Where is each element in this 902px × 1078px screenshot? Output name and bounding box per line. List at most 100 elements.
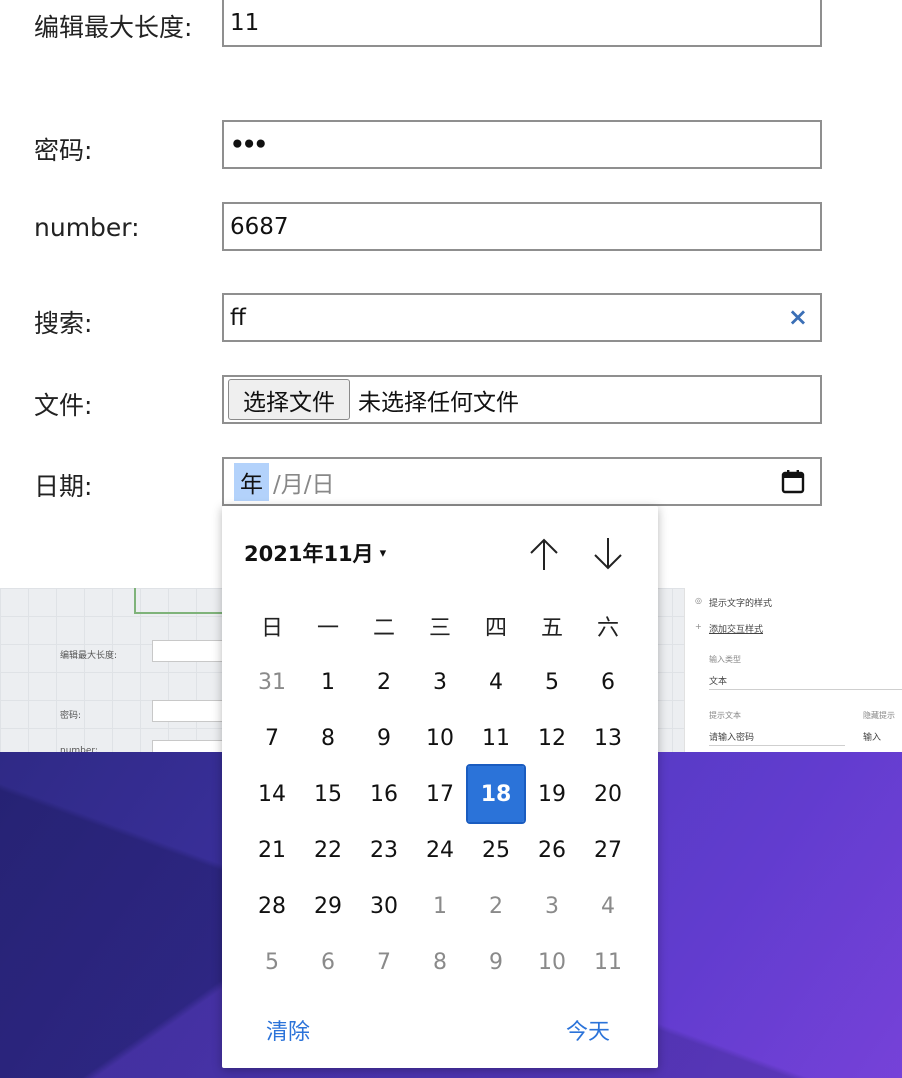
- weekday-header: 日 一 二 三 四 五 六: [244, 598, 636, 654]
- calendar-day[interactable]: 26: [524, 822, 580, 878]
- number-value: 6687: [230, 213, 289, 240]
- previous-month-arrow-up-icon[interactable]: [524, 534, 564, 574]
- choose-file-button[interactable]: 选择文件: [228, 379, 350, 420]
- maxlen-input[interactable]: 11: [222, 0, 822, 47]
- calendar-day[interactable]: 29: [300, 878, 356, 934]
- bg-hint-style: 提示文字的样式: [709, 599, 773, 609]
- calendar-day[interactable]: 1: [412, 878, 468, 934]
- calendar-week-row: 14 15 16 17 18 19 20: [244, 764, 636, 824]
- calendar-day[interactable]: 22: [300, 822, 356, 878]
- today-button[interactable]: 今天: [566, 1014, 610, 1046]
- calendar-day-selected[interactable]: 18: [466, 764, 526, 824]
- calendar-day[interactable]: 11: [580, 934, 636, 990]
- bg-circle-icon: ◎: [695, 596, 702, 605]
- date-year-segment[interactable]: 年: [234, 462, 269, 501]
- calendar-week-row: 28 29 30 1 2 3 4: [244, 878, 636, 934]
- calendar-day[interactable]: 24: [412, 822, 468, 878]
- calendar-day[interactable]: 1: [300, 654, 356, 710]
- weekday-label: 一: [316, 616, 339, 641]
- calendar-day[interactable]: 3: [412, 654, 468, 710]
- calendar-day[interactable]: 13: [580, 710, 636, 766]
- calendar-week-row: 31 1 2 3 4 5 6: [244, 654, 636, 710]
- calendar-day[interactable]: 4: [468, 654, 524, 710]
- date-month-day-segments[interactable]: /月/日: [273, 465, 335, 499]
- calendar-day[interactable]: 19: [524, 766, 580, 822]
- calendar-day[interactable]: 9: [468, 934, 524, 990]
- calendar-day[interactable]: 11: [468, 710, 524, 766]
- calendar-day[interactable]: 3: [524, 878, 580, 934]
- next-month-arrow-down-icon[interactable]: [588, 534, 628, 574]
- search-label: 搜索:: [34, 309, 93, 338]
- number-label: number:: [34, 213, 140, 242]
- maxlen-label: 编辑最大长度:: [34, 13, 193, 42]
- maxlen-value: 11: [230, 9, 260, 36]
- file-label: 文件:: [34, 391, 93, 420]
- file-input[interactable]: 选择文件 未选择任何文件: [222, 375, 822, 424]
- calendar-day[interactable]: 8: [412, 934, 468, 990]
- weekday-label: 日: [260, 616, 283, 641]
- calendar-week-row: 21 22 23 24 25 26 27: [244, 822, 636, 878]
- password-value: •••: [230, 131, 268, 158]
- calendar-day[interactable]: 25: [468, 822, 524, 878]
- calendar-day[interactable]: 10: [412, 710, 468, 766]
- calendar-day[interactable]: 21: [244, 822, 300, 878]
- calendar-week-row: 5 6 7 8 9 10 11: [244, 934, 636, 990]
- bg-divider: [709, 745, 845, 746]
- calendar-day[interactable]: 28: [244, 878, 300, 934]
- date-input[interactable]: 年 /月/日: [222, 457, 822, 506]
- calendar-day[interactable]: 20: [580, 766, 636, 822]
- calendar-day[interactable]: 17: [412, 766, 468, 822]
- bg-label-maxlen: 编辑最大长度:: [60, 651, 118, 661]
- calendar-day[interactable]: 12: [524, 710, 580, 766]
- weekday-label: 二: [372, 616, 395, 641]
- date-label: 日期:: [34, 472, 93, 501]
- calendar-day[interactable]: 4: [580, 878, 636, 934]
- calendar-day[interactable]: 27: [580, 822, 636, 878]
- calendar-day[interactable]: 5: [524, 654, 580, 710]
- calendar-day[interactable]: 16: [356, 766, 412, 822]
- calendar-icon[interactable]: [780, 469, 806, 495]
- month-year-selector[interactable]: 2021年11月 ▾: [244, 538, 386, 568]
- caret-down-icon: ▾: [379, 545, 387, 561]
- calendar-day[interactable]: 2: [468, 878, 524, 934]
- calendar-day[interactable]: 5: [244, 934, 300, 990]
- weekday-label: 六: [596, 616, 619, 641]
- month-year-label: 2021年11月: [244, 542, 374, 566]
- calendar-day[interactable]: 31: [244, 654, 300, 710]
- search-value: ff: [230, 304, 246, 331]
- calendar-day[interactable]: 14: [244, 766, 300, 822]
- password-label: 密码:: [34, 136, 93, 165]
- calendar-day[interactable]: 6: [300, 934, 356, 990]
- weekday-label: 四: [484, 616, 507, 641]
- bg-divider: [709, 689, 902, 690]
- bg-hidden-hint-label: 隐藏提示: [863, 711, 895, 720]
- calendar-day[interactable]: 2: [356, 654, 412, 710]
- date-picker-popup: 2021年11月 ▾ 日 一 二 三 四 五 六 31 1 2 3 4 5 6 7 8 9 10 11…: [222, 506, 658, 1068]
- calendar-day[interactable]: 7: [244, 710, 300, 766]
- clear-search-icon[interactable]: ×: [788, 305, 808, 329]
- calendar-day[interactable]: 7: [356, 934, 412, 990]
- calendar-week-row: 7 8 9 10 11 12 13: [244, 710, 636, 766]
- bg-plus-icon: +: [695, 622, 702, 631]
- calendar-day[interactable]: 6: [580, 654, 636, 710]
- calendar-day[interactable]: 30: [356, 878, 412, 934]
- number-input[interactable]: 6687: [222, 202, 822, 251]
- search-input[interactable]: ff ×: [222, 293, 822, 342]
- bg-hidden-hint-value: 输入: [863, 733, 882, 743]
- calendar-day[interactable]: 10: [524, 934, 580, 990]
- calendar-day[interactable]: 8: [300, 710, 356, 766]
- calendar-day[interactable]: 23: [356, 822, 412, 878]
- background-properties-panel: 提示文字的样式 ◎ + 添加交互样式 输入类型 文本 提示文本 隐藏提示 请输入…: [684, 588, 902, 754]
- bg-add-interaction: 添加交互样式: [709, 625, 764, 635]
- bg-input-maxlen: [152, 640, 232, 662]
- weekday-label: 三: [428, 616, 451, 641]
- password-input[interactable]: •••: [222, 120, 822, 169]
- calendar-day[interactable]: 9: [356, 710, 412, 766]
- clear-date-button[interactable]: 清除: [266, 1014, 310, 1046]
- calendar-day[interactable]: 15: [300, 766, 356, 822]
- file-status-text: 未选择任何文件: [358, 389, 519, 416]
- bg-input-type-value: 文本: [709, 677, 728, 687]
- bg-hint-text-label: 提示文本: [709, 711, 741, 720]
- bg-label-password: 密码:: [60, 711, 82, 721]
- bg-hint-text-value: 请输入密码: [709, 733, 755, 743]
